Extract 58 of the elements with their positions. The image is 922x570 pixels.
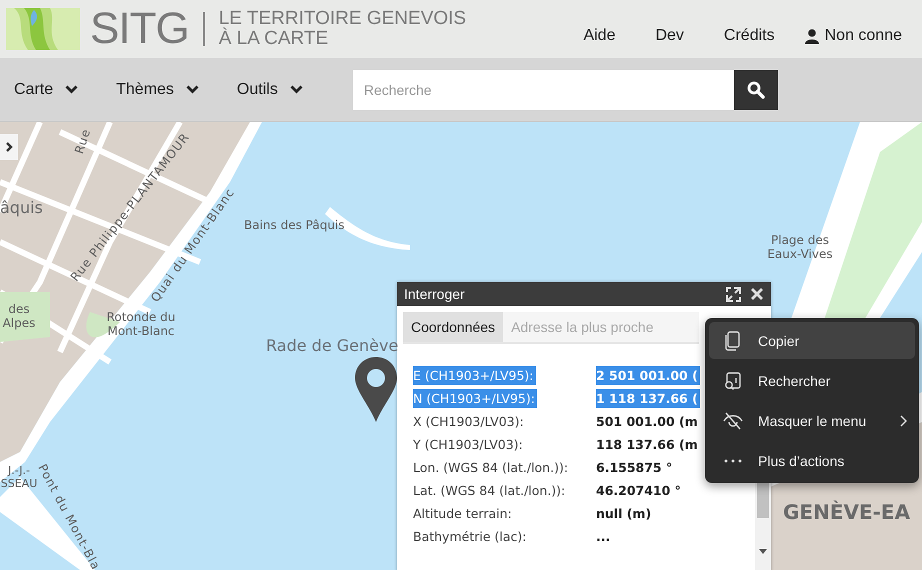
field-label: Lat. (WGS 84 (lat./lon.)): — [413, 482, 566, 500]
field-label: N (CH1903+/LV95): — [413, 389, 537, 408]
map-label: Rade de Genève — [266, 336, 398, 356]
map-pin-icon — [355, 357, 397, 422]
menu-button[interactable]: Carte — [0, 80, 92, 98]
map-label: J.-J.- SSEAU — [0, 464, 38, 490]
nav-link[interactable]: Dev — [635, 27, 704, 45]
map-label: GENÈVE-EA — [783, 500, 910, 524]
field-value: null (m) — [596, 505, 652, 523]
search-field[interactable]: Recherche — [352, 70, 734, 110]
context-menu-item[interactable]: Rechercher — [709, 362, 915, 399]
context-menu-item[interactable]: Plus d’actions — [709, 442, 915, 479]
field-label: E (CH1903+/LV95): — [413, 366, 536, 385]
map-label: Rue — [72, 126, 94, 156]
menu-button[interactable]: Outils — [222, 80, 317, 98]
map-logo-icon — [6, 8, 80, 50]
logo-tagline: LE TERRITOIRE GENEVOIS — [218, 9, 466, 29]
search-icon — [746, 80, 765, 98]
panel-toggle[interactable] — [0, 134, 18, 160]
field-value: 118 137.66 (m — [596, 436, 699, 454]
map-label: Rotonde du Mont-Blanc — [106, 310, 176, 339]
field-label: Y (CH1903/LV03): — [413, 436, 524, 454]
field-label: Altitude terrain: — [413, 505, 513, 523]
field-label: Lon. (WGS 84 (lat./lon.)): — [413, 459, 570, 477]
search-button[interactable] — [734, 70, 778, 110]
field-value: 1 118 137.66 ( — [596, 389, 700, 408]
logo-tagline: À LA CARTE — [218, 29, 330, 49]
map-label: Plage des Eaux-Vives — [766, 233, 834, 262]
field-label: Bathymétrie (lac): — [413, 528, 528, 546]
chevron-down-icon — [186, 85, 199, 94]
expand-icon[interactable] — [726, 286, 741, 302]
context-menu-item[interactable]: Masquer le menu — [709, 402, 915, 439]
field-value: 46.207410 ° — [596, 482, 682, 500]
map-label: Bains des Pâquis — [244, 218, 345, 232]
close-icon[interactable] — [751, 288, 763, 300]
field-value: 2 501 001.00 ( — [596, 366, 700, 385]
menu-button[interactable]: Thèmes — [102, 80, 213, 98]
field-value: ... — [596, 528, 612, 546]
user-link[interactable]: Non conne — [794, 27, 922, 45]
popup-tab[interactable]: Coordonnées — [403, 312, 504, 342]
search-icon — [723, 370, 743, 390]
field-value: 6.155875 ° — [596, 459, 674, 477]
user-icon — [804, 28, 819, 44]
nav-link[interactable]: Aide — [563, 27, 636, 45]
map-label: des Alpes — [2, 302, 36, 331]
popup-title: Interroger — [404, 286, 465, 302]
scroll-down-icon[interactable] — [759, 549, 767, 554]
chevron-down-icon — [65, 85, 78, 94]
map-label: âquis — [0, 198, 43, 218]
field-value: 501 001.00 (m — [596, 413, 699, 431]
chevron-down-icon — [290, 85, 303, 94]
more-icon — [723, 458, 743, 462]
nav-link[interactable]: Crédits — [704, 27, 795, 45]
chevron-right-icon — [6, 142, 12, 152]
eye-slash-icon — [723, 410, 743, 430]
logo-text: SITG — [90, 7, 189, 51]
field-label: X (CH1903/LV03): — [413, 413, 525, 431]
context-menu-item[interactable]: Copier — [709, 322, 915, 359]
